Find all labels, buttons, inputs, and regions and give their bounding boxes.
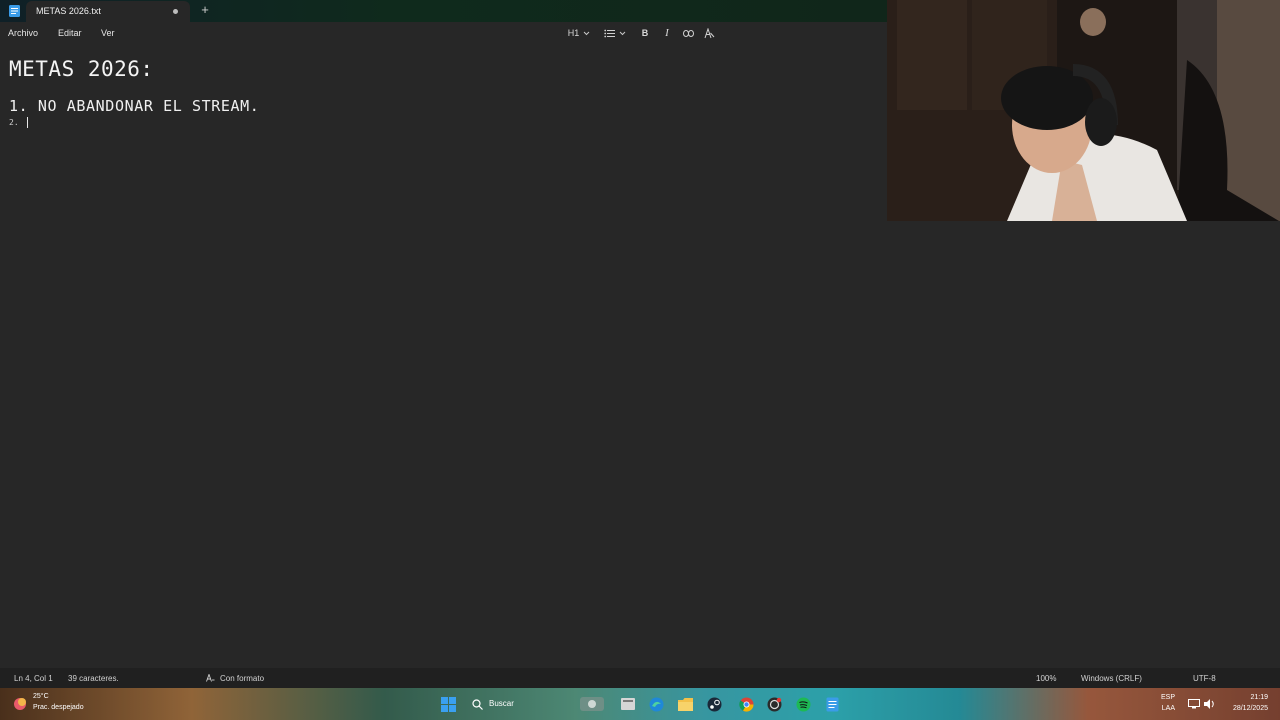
menu-ver[interactable]: Ver: [101, 28, 115, 38]
file-manager-icon[interactable]: [620, 696, 636, 712]
webcam-image: [887, 0, 1280, 221]
zoom-level[interactable]: 100%: [1036, 674, 1056, 683]
taskbar-tint: [0, 688, 1280, 720]
weather-temp: 25°C: [33, 693, 49, 700]
taskbar: 25°C Prac. despejado Buscar ESP LAA 21:1…: [0, 688, 1280, 720]
notepad-icon: [8, 4, 21, 18]
menu-archivo[interactable]: Archivo: [8, 28, 38, 38]
chevron-down-icon: [583, 31, 590, 36]
chrome-icon[interactable]: [738, 696, 754, 712]
unsaved-dot-icon[interactable]: [173, 9, 178, 14]
notepad-taskbar-icon[interactable]: [824, 696, 840, 712]
clear-format-button[interactable]: [702, 25, 716, 41]
language-top[interactable]: ESP: [1153, 694, 1175, 701]
chevron-down-icon: [619, 31, 626, 36]
webcam-overlay: [887, 0, 1280, 221]
format-mode[interactable]: Con formato: [220, 674, 264, 683]
windows-start-icon[interactable]: [440, 696, 456, 712]
clock-date[interactable]: 28/12/2025: [1222, 705, 1268, 712]
steam-icon[interactable]: [706, 696, 722, 712]
list-item-1: 1. NO ABANDONAR EL STREAM.: [9, 97, 260, 115]
clock-time[interactable]: 21:19: [1222, 694, 1268, 701]
network-icon[interactable]: [1186, 696, 1202, 712]
encoding[interactable]: UTF-8: [1193, 674, 1216, 683]
format-icon: [206, 673, 215, 684]
editor-area[interactable]: METAS 2026: 1. NO ABANDONAR EL STREAM. 2…: [0, 44, 887, 666]
search-icon[interactable]: [469, 696, 485, 712]
link-button[interactable]: [681, 25, 695, 41]
line-ending[interactable]: Windows (CRLF): [1081, 674, 1142, 683]
weather-icon[interactable]: [12, 696, 28, 712]
heading-label: H1: [567, 28, 580, 38]
title-bar: METAS 2026.txt +: [0, 0, 887, 22]
link-icon: [682, 29, 694, 37]
edge-icon[interactable]: [648, 696, 664, 712]
italic-button[interactable]: I: [660, 25, 674, 41]
menu-bar: Archivo Editar Ver H1 B I: [0, 22, 887, 44]
volume-icon[interactable]: [1202, 696, 1218, 712]
tab-metas-2026[interactable]: METAS 2026.txt: [26, 1, 190, 22]
widget-icon[interactable]: [580, 696, 604, 712]
file-explorer-icon[interactable]: [677, 696, 693, 712]
char-count: 39 caracteres.: [68, 674, 119, 683]
new-tab-button[interactable]: +: [198, 2, 212, 18]
spotify-icon[interactable]: [795, 696, 811, 712]
list-dropdown[interactable]: [602, 25, 628, 41]
clear-format-icon: [704, 27, 715, 39]
language-bottom[interactable]: LAA: [1153, 705, 1175, 712]
obs-icon[interactable]: [766, 696, 782, 712]
bold-button[interactable]: B: [638, 25, 652, 41]
search-box-label[interactable]: Buscar: [489, 699, 514, 708]
list-item-2: 2.: [9, 118, 19, 127]
tab-title: METAS 2026.txt: [36, 6, 101, 16]
menu-editar[interactable]: Editar: [58, 28, 82, 38]
cursor-position[interactable]: Ln 4, Col 1: [14, 674, 53, 683]
status-bar: Ln 4, Col 1 39 caracteres. Con formato 1…: [0, 668, 1280, 688]
heading-dropdown[interactable]: H1: [566, 25, 592, 41]
text-caret: [27, 117, 28, 128]
list-icon: [604, 29, 615, 38]
document-heading: METAS 2026:: [9, 57, 154, 81]
weather-desc: Prac. despejado: [33, 704, 84, 711]
